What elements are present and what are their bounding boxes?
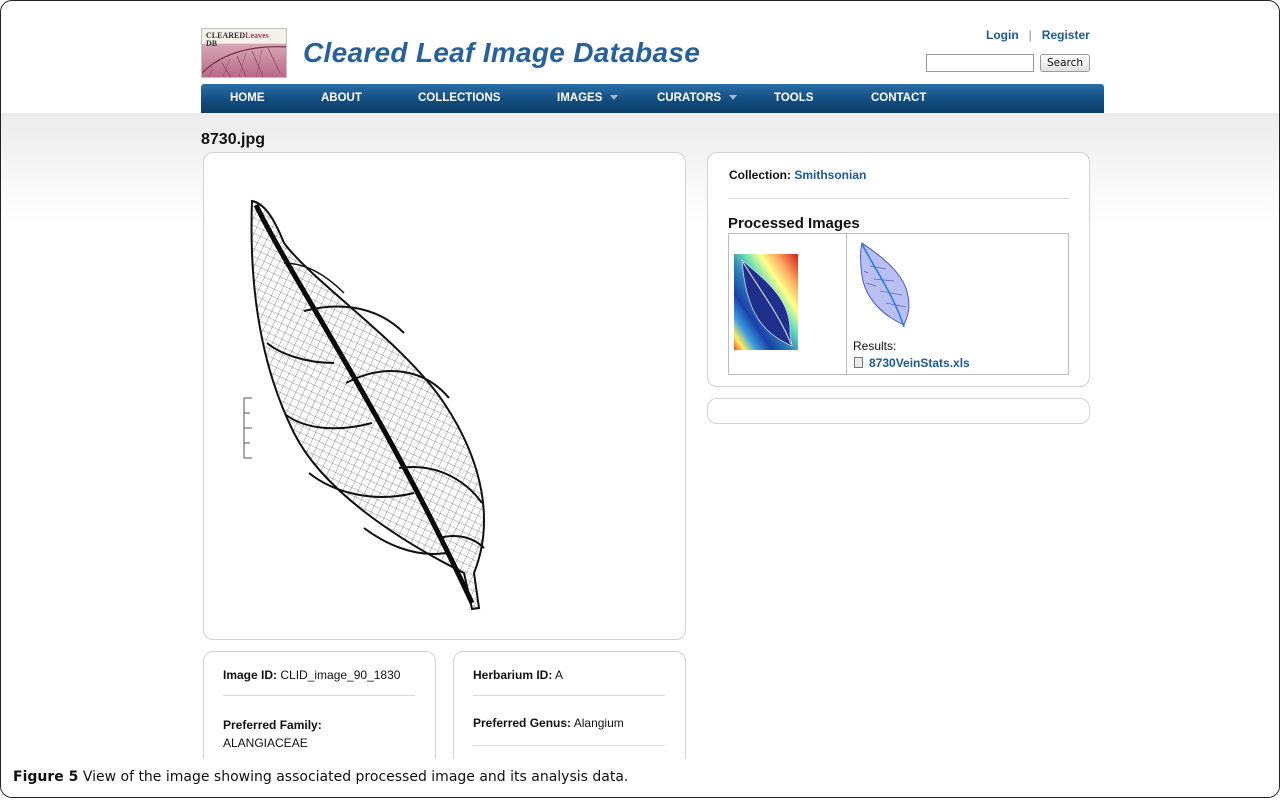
divider bbox=[223, 695, 415, 696]
chevron-down-icon bbox=[610, 95, 619, 101]
divider bbox=[728, 198, 1069, 199]
logo-leaf-icon bbox=[202, 46, 286, 77]
nav-home[interactable]: HOME bbox=[230, 92, 265, 104]
processed-vein-thumbnail[interactable] bbox=[856, 241, 916, 334]
nav-about[interactable]: ABOUT bbox=[321, 92, 362, 104]
register-link[interactable]: Register bbox=[1042, 28, 1090, 42]
table-column-divider bbox=[846, 233, 847, 375]
collection-label: Collection: bbox=[729, 168, 791, 182]
processed-images-title: Processed Images bbox=[728, 215, 860, 232]
login-link[interactable]: Login bbox=[986, 28, 1019, 42]
account-links: Login | Register bbox=[986, 28, 1090, 42]
nav-contact[interactable]: CONTACT bbox=[871, 92, 926, 104]
divider bbox=[473, 695, 665, 696]
leaf-image[interactable] bbox=[234, 193, 524, 613]
site-title: Cleared Leaf Image Database bbox=[303, 37, 701, 68]
leaf-image-panel bbox=[203, 152, 686, 640]
page-title: 8730.jpg bbox=[201, 131, 266, 148]
collection-line: Collection: Smithsonian bbox=[729, 168, 866, 182]
divider bbox=[473, 745, 665, 746]
link-separator: | bbox=[1028, 28, 1032, 42]
genus-line: Preferred Genus: Alangium bbox=[473, 716, 624, 730]
search-input[interactable] bbox=[926, 54, 1034, 72]
empty-panel bbox=[707, 398, 1090, 424]
herbarium-id-line: Herbarium ID: A bbox=[473, 668, 564, 682]
site-logo[interactable]: CLEAREDLeaves DB bbox=[201, 28, 287, 78]
nav-curators[interactable]: CURATORS bbox=[657, 92, 738, 104]
nav-images[interactable]: IMAGES bbox=[557, 92, 619, 104]
processed-heatmap-thumbnail[interactable] bbox=[734, 254, 798, 350]
results-file-link[interactable]: 8730VeinStats.xls bbox=[854, 356, 970, 370]
figure-frame: CLEAREDLeaves DB Cleared Leaf Image Data… bbox=[0, 0, 1280, 798]
collection-link[interactable]: Smithsonian bbox=[794, 168, 866, 182]
search-button[interactable]: Search bbox=[1040, 54, 1090, 72]
nav-collections[interactable]: COLLECTIONS bbox=[418, 92, 500, 104]
results-label: Results: bbox=[853, 339, 897, 353]
nav-tools[interactable]: TOOLS bbox=[774, 92, 813, 104]
document-icon bbox=[854, 357, 863, 368]
chevron-down-icon bbox=[729, 95, 738, 101]
main-nav: HOME ABOUT COLLECTIONS IMAGES CURATORS T… bbox=[201, 84, 1104, 113]
figure-caption: Figure 5 View of the image showing assoc… bbox=[13, 769, 629, 785]
image-id-line: Image ID: CLID_image_90_1830 bbox=[223, 668, 401, 682]
family-line: Preferred Family: ALANGIACEAE bbox=[223, 718, 322, 750]
